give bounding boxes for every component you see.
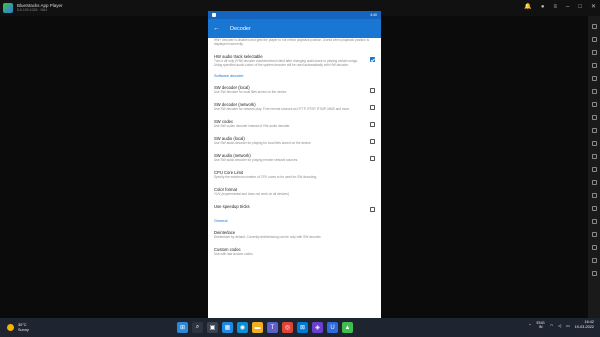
bell-icon[interactable]: 🔔 [524,3,531,11]
preference-summary: Use SW decoder for local files stored on… [214,90,288,94]
side-toolbar-button[interactable] [591,76,597,81]
side-toolbar-button[interactable] [591,271,597,276]
weather-widget[interactable]: 30°C Sunny [7,323,29,332]
clock-date: 19-03-2022 [574,325,594,329]
side-toolbar-button[interactable] [591,180,597,185]
preference-summary: Use SW decoder for network play. Fore re… [214,107,351,111]
checkbox[interactable] [370,156,375,161]
back-arrow-icon[interactable]: ← [213,25,223,32]
preference-summary: Turn it off only if HW decoder crashes/m… [214,59,358,67]
android-time: 4:40 [370,13,377,17]
bluestacks-window: BlueStacks App Player 5.6.100.1026 · N64… [0,0,600,318]
side-toolbar-button[interactable] [591,115,597,120]
preference-summary: Use with last custom codec. [214,252,254,256]
side-toolbar-button[interactable] [591,154,597,159]
side-toolbar-button[interactable] [591,219,597,224]
account-icon[interactable]: ● [541,3,545,11]
taskbar-apps: ⊞ ⌕ ▣ ▦ ◉ ▬ T ◎ ⊠ ◈ U ▲ [177,322,353,333]
sun-icon [7,324,14,331]
side-toolbar-button[interactable] [591,63,597,68]
system-tray: ⌃ ENG IN ◠ ◁ ▭ 16:42 19-03-2022 [528,320,594,330]
side-toolbar-button[interactable] [591,128,597,133]
preference-item[interactable]: Use speedup tricks [208,200,381,216]
checkbox[interactable] [370,207,375,212]
checkbox[interactable] [370,57,375,62]
page-title: Decoder [230,25,251,32]
preference-summary: YUV (experimental and does not work on a… [214,192,289,196]
side-toolbar-button[interactable] [591,193,597,198]
checkbox[interactable] [370,105,375,110]
file-explorer-icon[interactable]: ▬ [252,322,263,333]
search-icon[interactable]: ⌕ [192,322,203,333]
preference-item[interactable]: SW audio (local) Use SW audio decoder for… [208,132,381,149]
android-screen: 4:40 ← Decoder HW+ decoder is disabled a… [208,11,381,318]
weather-condition: Sunny [18,327,29,332]
window-title: BlueStacks App Player 5.6.100.1026 · N64 [17,3,63,13]
bluestacks-logo-icon [3,3,13,13]
preference-item[interactable]: Custom codec Use with last custom codec. [208,243,381,260]
ubisoft-icon[interactable]: U [327,322,338,333]
preference-item[interactable]: Deinterlace Deinterlace by default. Curre… [208,226,381,243]
preference-item[interactable]: Color format YUV (experimental and does n… [208,183,381,200]
preference-title: Use speedup tricks [214,204,250,209]
preference-item[interactable]: CPU Core Limit Specify the maximum number… [208,166,381,183]
task-view-icon[interactable]: ▣ [207,322,218,333]
preference-item[interactable]: SW codec Use SW codec decoder instead of … [208,115,381,132]
checkbox[interactable] [370,139,375,144]
settings-list: HW+ decoder is disabled and gets the pla… [208,38,381,260]
side-toolbar-button[interactable] [591,89,597,94]
minimize-icon[interactable]: – [566,3,569,11]
app-bar: ← Decoder [208,19,381,38]
chevron-up-icon[interactable]: ⌃ [528,323,531,328]
keyboard-region: IN [538,325,543,329]
preference-item[interactable]: SW audio (network) Use SW audio decoder f… [208,149,381,166]
side-toolbar-button[interactable] [591,24,597,29]
side-toolbar-button[interactable] [591,232,597,237]
chrome-icon[interactable]: ◎ [282,322,293,333]
side-toolbar-button[interactable] [591,141,597,146]
section-header-software: Software decoder [214,74,244,78]
android-status-bar: 4:40 [208,11,381,19]
preference-item[interactable]: SW decoder (local) Use SW decoder for loc… [208,81,381,98]
store-icon[interactable]: ⊠ [297,322,308,333]
preference-summary: Specify the maximum number of CPU cores … [214,175,318,179]
windows-taskbar: 30°C Sunny ⊞ ⌕ ▣ ▦ ◉ ▬ T ◎ ⊠ ◈ U ▲ ⌃ ENG IN ◠ ◁ ▭ 1… [0,318,600,337]
preference-summary: Use SW audio decoder for playing for loc… [214,141,312,145]
battery-icon[interactable]: ▭ [566,323,570,328]
notification-icon [212,13,216,17]
side-toolbar-button[interactable] [591,206,597,211]
side-toolbar-button[interactable] [591,102,597,107]
photos-icon[interactable]: ◈ [312,322,323,333]
window-version: 5.6.100.1026 · N64 [17,8,47,12]
teams-icon[interactable]: T [267,322,278,333]
side-toolbar-button[interactable] [591,258,597,263]
maximize-icon[interactable]: □ [578,3,582,11]
side-toolbar-button[interactable] [591,167,597,172]
checkbox[interactable] [370,88,375,93]
preference-summary: Deinterlace by default. Currently deinte… [214,235,322,239]
windows-start-icon[interactable]: ⊞ [177,322,188,333]
taskbar-clock[interactable]: 16:42 19-03-2022 [575,320,594,330]
speaker-icon[interactable]: ◁ [558,323,561,328]
cutoff-summary: HW+ decoder is disabled and gets the pla… [214,38,370,46]
preference-item[interactable]: SW decoder (network) Use SW decoder for n… [208,98,381,115]
section-header-general: General [214,219,228,223]
edge-icon[interactable]: ◉ [237,322,248,333]
language-indicator[interactable]: ENG IN [536,321,544,330]
checkbox[interactable] [370,122,375,127]
menu-icon[interactable]: ≡ [553,3,557,11]
side-toolbar-button[interactable] [591,37,597,42]
side-toolbar-button[interactable] [591,245,597,250]
bluestacks-icon[interactable]: ▲ [342,322,353,333]
widgets-icon[interactable]: ▦ [222,322,233,333]
wifi-icon[interactable]: ◠ [550,323,553,328]
side-toolbar [588,16,600,318]
close-icon[interactable]: ✕ [591,3,596,11]
preference-summary: Use SW codec decoder instead of HW audio… [214,124,291,128]
preference-summary: Use SW audio decoder for playing remote … [214,158,299,162]
side-toolbar-button[interactable] [591,50,597,55]
preference-item[interactable]: HW audio track selectable Turn it off onl… [208,50,381,71]
